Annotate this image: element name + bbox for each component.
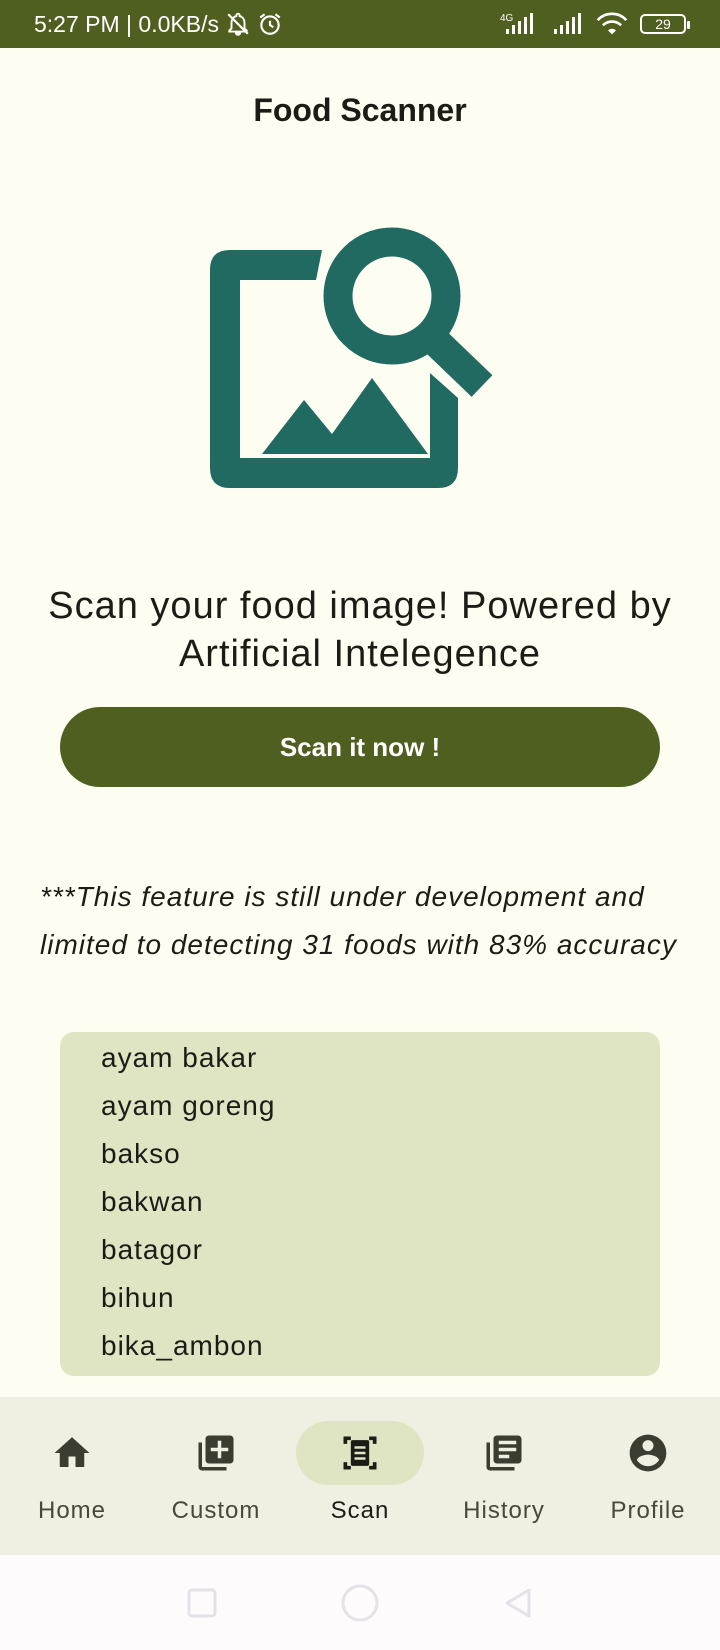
nav-label-profile: Profile	[610, 1497, 686, 1524]
account-circle-icon	[629, 1434, 667, 1472]
list-item: ayam bakar	[101, 1042, 258, 1073]
back-icon[interactable]	[501, 1586, 535, 1620]
food-list[interactable]: ayam bakar ayam goreng bakso bakwan bata…	[60, 1032, 660, 1376]
nav-label-home: Home	[37, 1497, 107, 1524]
list-item: ayam goreng	[101, 1090, 276, 1121]
battery-level: 29	[655, 16, 671, 32]
recents-icon[interactable]	[185, 1586, 219, 1620]
alarm-icon	[257, 11, 283, 37]
scan-now-button[interactable]: Scan it now !	[60, 707, 660, 787]
list-item: batagor	[101, 1234, 203, 1265]
nav-pill	[8, 1421, 136, 1485]
nav-pill	[440, 1421, 568, 1485]
add-box-icon	[198, 1435, 234, 1471]
nav-label-history: History	[463, 1497, 545, 1524]
list-item: bihun	[101, 1282, 175, 1313]
home-icon	[54, 1437, 90, 1467]
nav-item-profile[interactable]: Profile	[576, 1397, 720, 1555]
list-item: bakwan	[101, 1186, 204, 1217]
wifi-icon	[596, 11, 628, 37]
nav-item-custom[interactable]: Custom	[144, 1397, 288, 1555]
network-type-label: 4G	[500, 13, 514, 24]
home-circle-icon[interactable]	[339, 1582, 381, 1624]
list-item: bakso	[101, 1138, 181, 1169]
nav-item-home[interactable]: Home	[0, 1397, 144, 1555]
status-time: 5:27 PM | 0.0KB/s	[34, 10, 219, 37]
list-item: bika_ambon	[101, 1330, 264, 1361]
nav-pill	[152, 1421, 280, 1485]
system-navigation-bar	[0, 1555, 720, 1650]
status-bar: 5:27 PM | 0.0KB/s 4G 29	[0, 0, 720, 48]
cellular-4g-icon: 4G	[500, 11, 540, 37]
image-search-icon	[200, 218, 520, 538]
nav-item-history[interactable]: History	[432, 1397, 576, 1555]
library-books-icon	[486, 1435, 522, 1471]
nav-label-custom: Custom	[171, 1497, 261, 1524]
battery-icon: 29	[640, 14, 690, 34]
nav-pill	[584, 1421, 712, 1485]
signal-icon	[552, 11, 584, 37]
page-title: Food Scanner	[253, 92, 467, 128]
nav-label-scan: Scan	[330, 1497, 390, 1524]
nav-item-scan[interactable]: Scan	[288, 1397, 432, 1555]
document-scanner-icon	[343, 1436, 377, 1470]
bell-off-icon	[225, 11, 251, 37]
nav-pill-active	[296, 1421, 424, 1485]
tagline-text: Scan your food image! Powered by Artific…	[48, 585, 672, 675]
bottom-navigation: Home Custom Scan History Profile	[0, 1397, 720, 1555]
disclaimer-text: ***This feature is still under developme…	[40, 881, 677, 960]
